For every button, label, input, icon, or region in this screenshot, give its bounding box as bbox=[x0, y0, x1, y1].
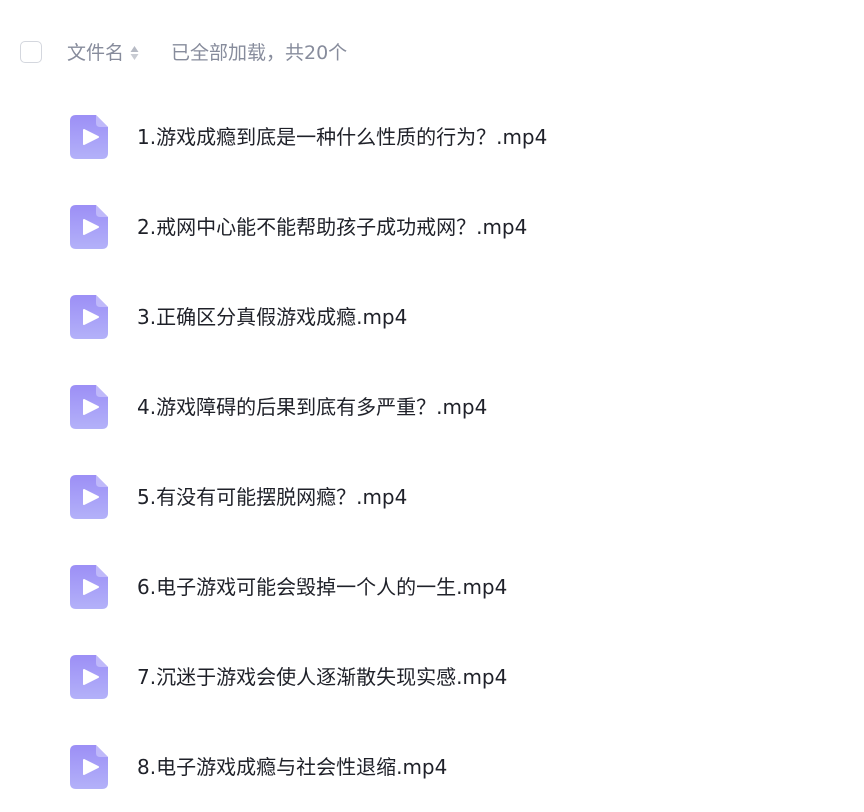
load-status-text: 已全部加载，共20个 bbox=[171, 42, 348, 64]
filename-column-label: 文件名 bbox=[67, 42, 125, 64]
video-file-icon bbox=[70, 565, 108, 609]
file-row[interactable]: 3.正确区分真假游戏成瘾.mp4 bbox=[0, 272, 864, 362]
file-name[interactable]: 6.电子游戏可能会毁掉一个人的一生.mp4 bbox=[137, 573, 507, 601]
file-row[interactable]: 1.游戏成瘾到底是一种什么性质的行为？.mp4 bbox=[0, 92, 864, 182]
file-row[interactable]: 4.游戏障碍的后果到底有多严重？.mp4 bbox=[0, 362, 864, 452]
file-row[interactable]: 6.电子游戏可能会毁掉一个人的一生.mp4 bbox=[0, 542, 864, 632]
select-all-checkbox[interactable] bbox=[20, 41, 42, 63]
filename-sort-column[interactable]: 文件名 bbox=[67, 40, 139, 66]
video-file-icon bbox=[70, 745, 108, 789]
file-row[interactable]: 2.戒网中心能不能帮助孩子成功戒网？.mp4 bbox=[0, 182, 864, 272]
file-name[interactable]: 3.正确区分真假游戏成瘾.mp4 bbox=[137, 303, 407, 331]
file-list: 1.游戏成瘾到底是一种什么性质的行为？.mp4 2.戒网中心能不能帮助孩子成功戒… bbox=[0, 92, 864, 812]
video-file-icon bbox=[70, 655, 108, 699]
video-file-icon bbox=[70, 385, 108, 429]
file-row[interactable]: 8.电子游戏成瘾与社会性退缩.mp4 bbox=[0, 722, 864, 812]
file-row[interactable]: 7.沉迷于游戏会使人逐渐散失现实感.mp4 bbox=[0, 632, 864, 722]
video-file-icon bbox=[70, 475, 108, 519]
sort-updown-icon[interactable] bbox=[130, 44, 139, 62]
video-file-icon bbox=[70, 115, 108, 159]
file-name[interactable]: 2.戒网中心能不能帮助孩子成功戒网？.mp4 bbox=[137, 213, 527, 241]
file-name[interactable]: 4.游戏障碍的后果到底有多严重？.mp4 bbox=[137, 393, 487, 421]
file-name[interactable]: 8.电子游戏成瘾与社会性退缩.mp4 bbox=[137, 753, 447, 781]
file-name[interactable]: 1.游戏成瘾到底是一种什么性质的行为？.mp4 bbox=[137, 123, 547, 151]
file-row[interactable]: 5.有没有可能摆脱网瘾？.mp4 bbox=[0, 452, 864, 542]
file-name[interactable]: 7.沉迷于游戏会使人逐渐散失现实感.mp4 bbox=[137, 663, 507, 691]
video-file-icon bbox=[70, 295, 108, 339]
file-list-header: 文件名 已全部加载，共20个 bbox=[0, 0, 864, 106]
video-file-icon bbox=[70, 205, 108, 249]
file-name[interactable]: 5.有没有可能摆脱网瘾？.mp4 bbox=[137, 483, 407, 511]
